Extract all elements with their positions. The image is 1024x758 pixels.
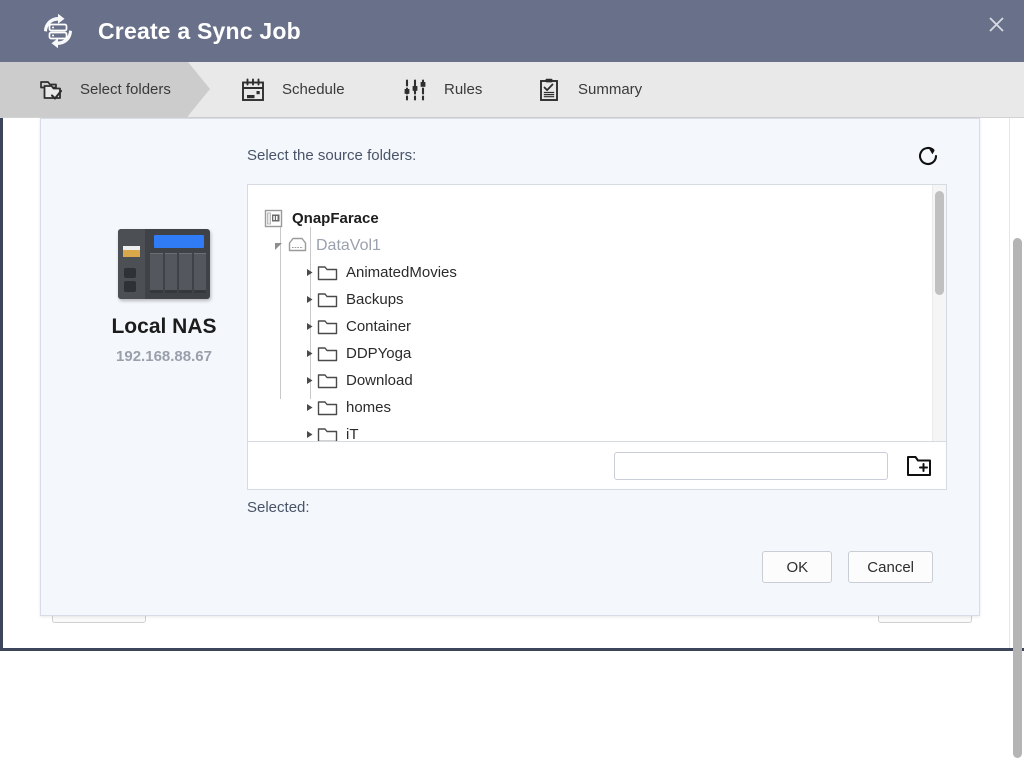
nas-device-name: Local NAS — [111, 315, 216, 339]
tree-item-animatedmovies[interactable]: AnimatedMovies — [248, 259, 932, 286]
folder-icon — [316, 313, 338, 340]
step-select-folders[interactable]: Select folders — [20, 62, 188, 117]
tree-item-label: DataVol1 — [316, 237, 381, 255]
folder-icon — [316, 340, 338, 367]
tree-item-it[interactable]: iT — [248, 421, 932, 441]
caret-collapsed-icon[interactable] — [302, 421, 316, 441]
nas-device-panel: Local NAS 192.168.88.67 — [61, 229, 267, 365]
step-schedule[interactable]: Schedule — [222, 62, 372, 117]
tree-item-label: QnapFarace — [292, 210, 379, 227]
tree-item-label: Backups — [346, 291, 404, 308]
nas-device-icon — [118, 229, 210, 299]
new-folder-bar — [247, 442, 947, 490]
new-folder-input[interactable] — [614, 452, 888, 480]
tree-item-download[interactable]: Download — [248, 367, 932, 394]
tree-item-label: Download — [346, 372, 413, 389]
folder-tree[interactable]: QnapFarace DataVol1 — [248, 185, 932, 441]
tree-item-backups[interactable]: Backups — [248, 286, 932, 313]
calendar-icon — [238, 75, 268, 105]
selected-label: Selected: — [247, 499, 310, 516]
ok-button[interactable]: OK — [762, 551, 832, 583]
sync-nas-icon — [36, 9, 80, 53]
nas-device-ip: 192.168.88.67 — [116, 348, 212, 365]
folder-icon — [316, 421, 338, 441]
volume-icon — [286, 232, 308, 259]
dialog-footer: OK Cancel — [762, 551, 933, 583]
tree-item-label: homes — [346, 399, 391, 416]
clipboard-check-icon — [534, 75, 564, 105]
tree-item-label: DDPYoga — [346, 345, 411, 362]
page-scrollbar[interactable] — [1009, 118, 1024, 648]
folder-icon — [316, 259, 338, 286]
source-folders-label: Select the source folders: — [247, 147, 416, 164]
tree-item-qnapfarace[interactable]: QnapFarace — [248, 205, 932, 232]
step-rules[interactable]: Rules — [384, 62, 506, 117]
page-scrollbar-thumb[interactable] — [1013, 238, 1022, 758]
caret-collapsed-icon[interactable] — [302, 340, 316, 367]
step-summary-label: Summary — [578, 81, 642, 98]
close-icon[interactable] — [976, 6, 1016, 42]
caret-collapsed-icon[interactable] — [302, 394, 316, 421]
tree-item-homes[interactable]: homes — [248, 394, 932, 421]
step-select-folders-label: Select folders — [80, 81, 171, 98]
step-bar-left-cap — [0, 62, 20, 117]
cancel-button[interactable]: Cancel — [848, 551, 933, 583]
tree-item-label: Container — [346, 318, 411, 335]
tree-scrollbar-thumb[interactable] — [935, 191, 944, 295]
folder-icon — [316, 394, 338, 421]
select-folders-dialog: Local NAS 192.168.88.67 Select the sourc… — [40, 118, 980, 616]
folder-icon — [316, 286, 338, 313]
caret-expanded-icon[interactable] — [272, 232, 286, 259]
caret-collapsed-icon[interactable] — [302, 313, 316, 340]
new-folder-icon[interactable] — [904, 451, 934, 481]
folders-check-icon — [36, 75, 66, 105]
tree-item-ddpyoga[interactable]: DDPYoga — [248, 340, 932, 367]
step-rules-label: Rules — [444, 81, 482, 98]
caret-collapsed-icon[interactable] — [302, 286, 316, 313]
tree-item-label: AnimatedMovies — [346, 264, 457, 281]
selected-label-text: Selected: — [247, 499, 310, 516]
caret-collapsed-icon[interactable] — [302, 259, 316, 286]
nas-server-icon — [262, 205, 284, 232]
refresh-icon[interactable] — [913, 141, 943, 171]
tree-scrollbar[interactable] — [932, 185, 946, 441]
sliders-icon — [400, 75, 430, 105]
wizard-step-bar: Select folders Schedule Rules — [0, 62, 1024, 118]
dialog-titlebar: Create a Sync Job — [0, 0, 1024, 62]
caret-collapsed-icon[interactable] — [302, 367, 316, 394]
dialog-content: Select the source folders: — [247, 133, 979, 615]
page-title: Create a Sync Job — [98, 18, 301, 45]
step-summary[interactable]: Summary — [518, 62, 668, 117]
tree-item-container[interactable]: Container — [248, 313, 932, 340]
folder-icon — [316, 367, 338, 394]
folder-tree-box: QnapFarace DataVol1 — [247, 184, 947, 442]
step-schedule-label: Schedule — [282, 81, 345, 98]
tree-item-datavol1[interactable]: DataVol1 — [248, 232, 932, 259]
tree-item-label: iT — [346, 426, 359, 441]
